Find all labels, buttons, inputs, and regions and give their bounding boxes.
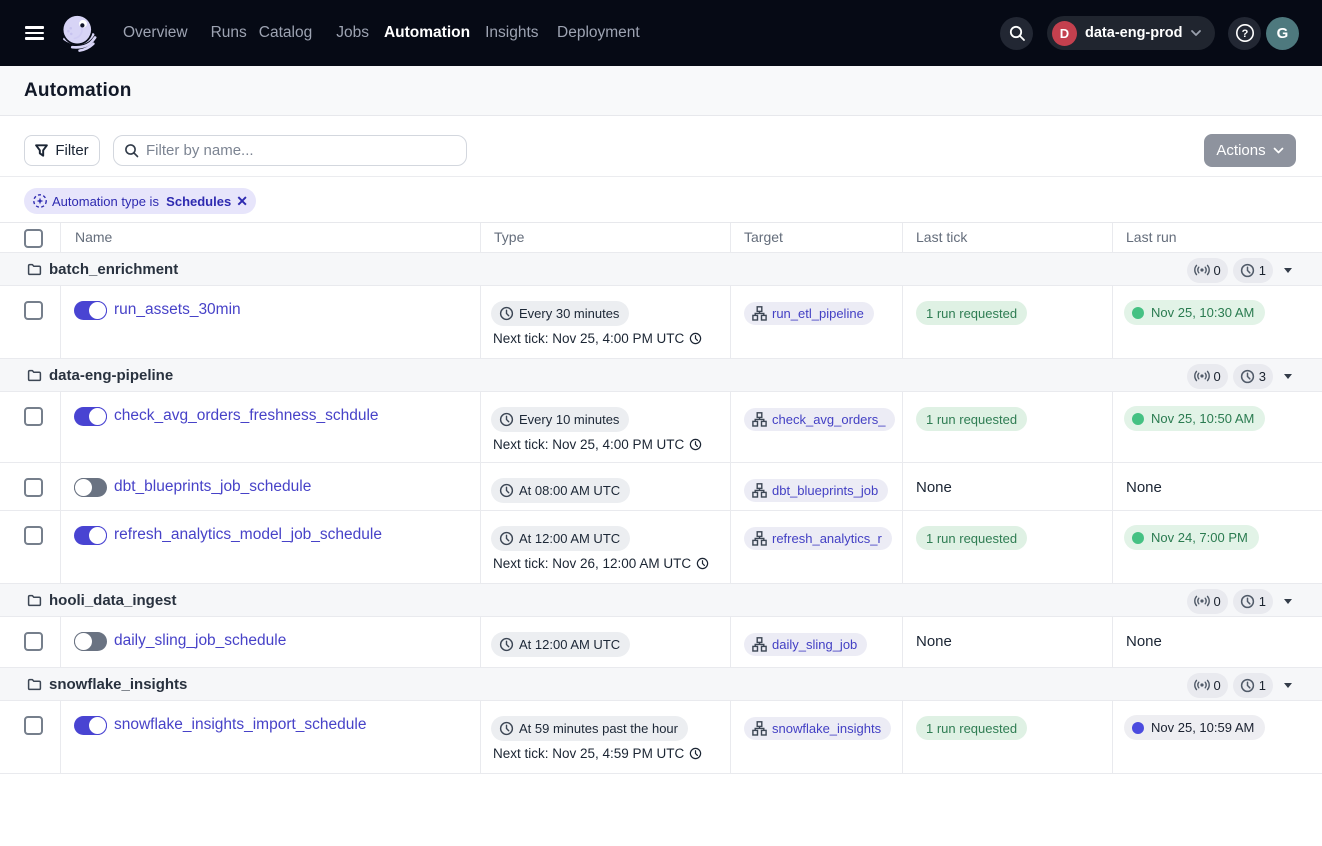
svg-text:?: ? bbox=[1241, 28, 1248, 40]
